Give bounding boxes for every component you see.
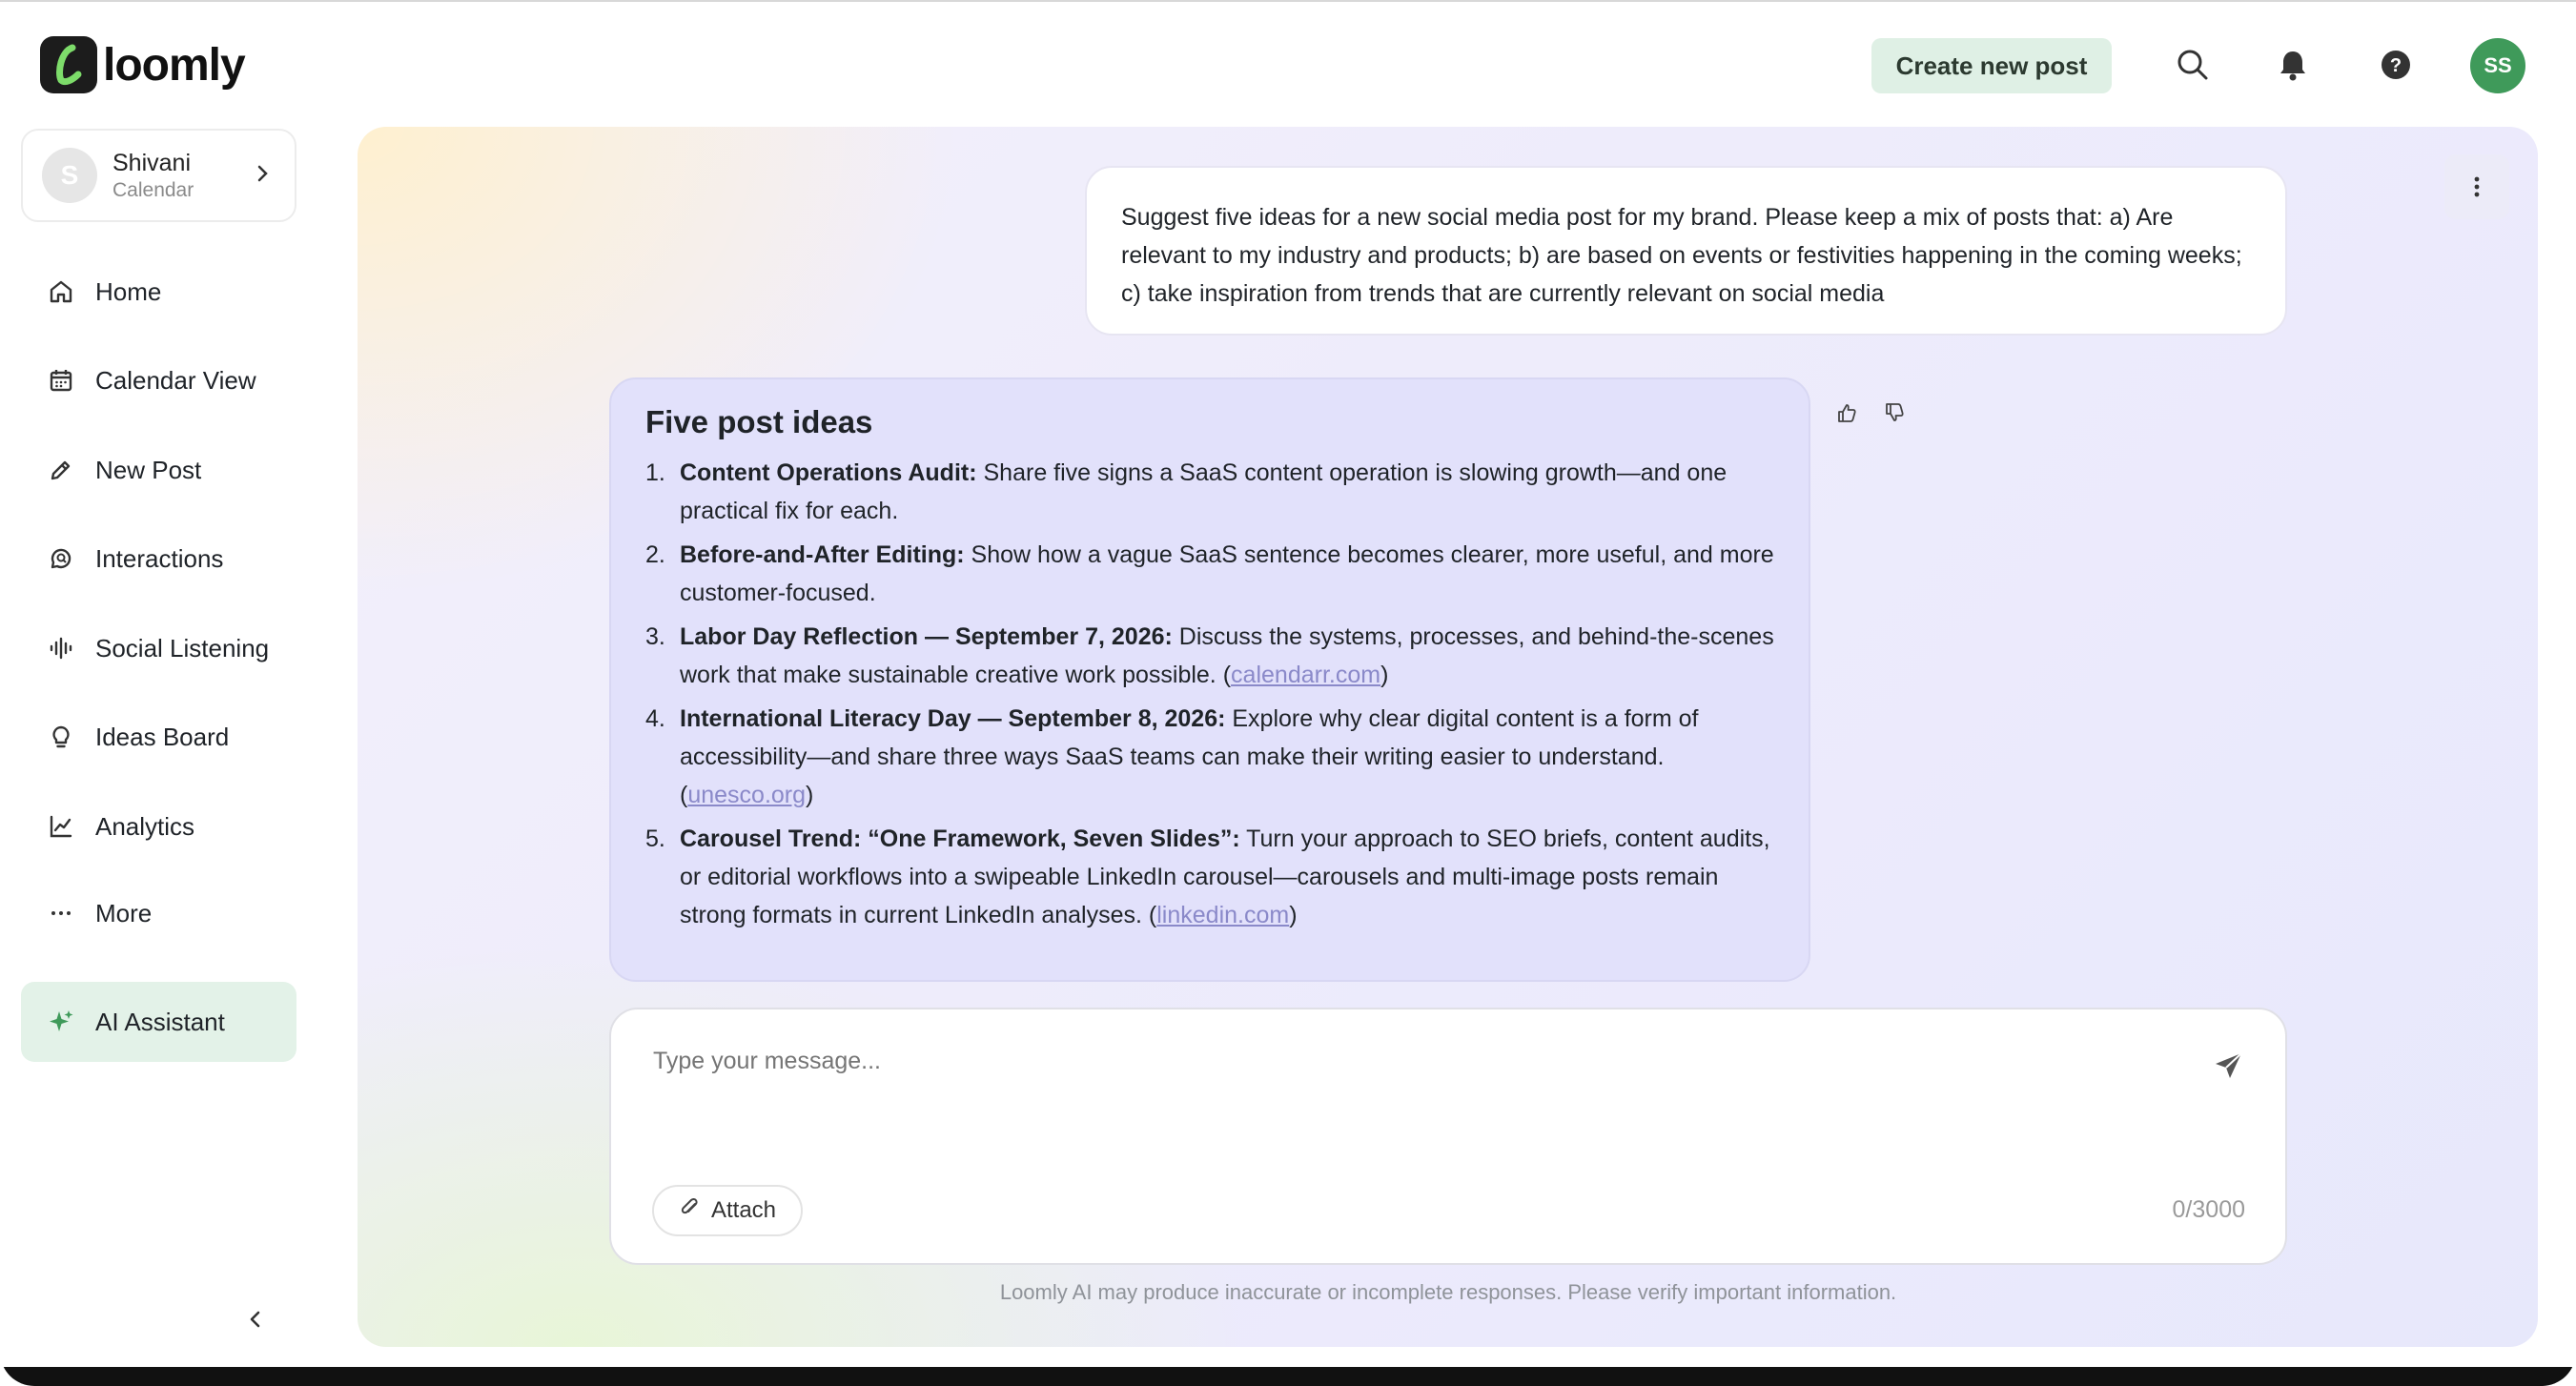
attach-button[interactable]: Attach <box>652 1185 803 1236</box>
logo-text: loomly <box>103 39 246 91</box>
chat-search-icon <box>48 545 74 572</box>
list-item: 4. International Literacy Day — Septembe… <box>645 700 1774 814</box>
idea-heading: Labor Day Reflection — September 7, 2026… <box>680 623 1173 650</box>
list-number: 2. <box>645 541 665 568</box>
list-number: 1. <box>645 459 665 486</box>
character-counter: 0/3000 <box>2172 1196 2245 1223</box>
calendar-icon <box>48 367 74 394</box>
message-input[interactable] <box>653 1048 2083 1075</box>
pencil-icon <box>48 457 74 483</box>
source-link[interactable]: unesco.org <box>687 782 806 808</box>
bell-icon[interactable] <box>2272 44 2314 86</box>
list-number: 4. <box>645 705 665 732</box>
list-item: 5. Carousel Trend: “One Framework, Seven… <box>645 820 1774 934</box>
ai-response-title: Five post ideas <box>645 404 873 439</box>
sidebar-item-analytics[interactable]: Analytics <box>21 786 296 866</box>
home-icon <box>48 278 74 305</box>
workspace-name: Shivani <box>112 149 191 176</box>
thumbs-down-icon[interactable] <box>1884 402 1905 428</box>
paren-open: ( <box>1141 902 1157 928</box>
paren-close: ) <box>1380 662 1389 688</box>
loomly-logo[interactable]: loomly <box>40 36 246 93</box>
paren-close: ) <box>806 782 814 808</box>
kebab-menu-icon[interactable] <box>2444 154 2509 219</box>
list-number: 5. <box>645 825 665 852</box>
sidebar-item-label: Social Listening <box>95 633 270 662</box>
sidebar-item-label: Analytics <box>95 811 195 841</box>
list-item: 3. Labor Day Reflection — September 7, 2… <box>645 618 1774 694</box>
sidebar-item-ideas-board[interactable]: Ideas Board <box>21 697 296 777</box>
thumbs-up-icon[interactable] <box>1836 402 1857 428</box>
ideas-list: 1. Content Operations Audit: Share five … <box>645 454 1774 934</box>
sidebar-item-label: Ideas Board <box>95 722 230 751</box>
sidebar-item-interactions[interactable]: Interactions <box>21 519 296 599</box>
sidebar-item-label: Interactions <box>95 543 224 573</box>
idea-heading: International Literacy Day — September 8… <box>680 705 1226 732</box>
idea-heading: Before-and-After Editing: <box>680 541 965 568</box>
workspace-sub: Calendar <box>112 178 194 201</box>
soundwave-icon <box>48 635 74 662</box>
sidebar-item-label: AI Assistant <box>95 1007 225 1036</box>
idea-heading: Carousel Trend: “One Framework, Seven Sl… <box>680 825 1240 852</box>
sidebar-item-label: Calendar View <box>95 365 256 395</box>
collapse-sidebar-icon[interactable] <box>240 1304 271 1339</box>
idea-heading: Content Operations Audit: <box>680 459 977 486</box>
feedback-buttons <box>1836 402 1905 428</box>
send-icon[interactable] <box>2213 1050 2245 1087</box>
sidebar-item-more[interactable]: More <box>21 873 296 953</box>
list-item: 2. Before-and-After Editing: Show how a … <box>645 536 1774 612</box>
attach-label: Attach <box>710 1197 777 1223</box>
ellipsis-icon <box>48 900 74 927</box>
paren-close: ) <box>1289 902 1298 928</box>
svg-text:?: ? <box>2390 55 2402 76</box>
window-bottom-edge <box>0 1367 2576 1386</box>
create-new-post-button[interactable]: Create new post <box>1871 38 2112 93</box>
logo-mark-icon <box>40 36 97 93</box>
chevron-right-icon <box>256 163 270 189</box>
ai-disclaimer: Loomly AI may produce inaccurate or inco… <box>999 1280 1897 1304</box>
sidebar-item-label: New Post <box>95 455 202 484</box>
source-link[interactable]: linkedin.com <box>1156 902 1289 928</box>
lightbulb-icon <box>48 724 74 750</box>
workspace-switcher[interactable]: S Shivani Calendar <box>21 129 296 222</box>
list-item: 1. Content Operations Audit: Share five … <box>645 454 1774 530</box>
list-number: 3. <box>645 623 665 650</box>
sidebar-item-new-post[interactable]: New Post <box>21 430 296 510</box>
app-window: loomly Create new post ? SS S Shivani Ca… <box>0 0 2576 1386</box>
sparkle-icon <box>48 1009 74 1035</box>
sidebar-item-ai-assistant[interactable]: AI Assistant <box>21 982 296 1062</box>
sidebar-item-label: More <box>95 898 153 927</box>
search-icon[interactable] <box>2172 44 2214 86</box>
ai-response-bubble: Five post ideas 1. Content Operations Au… <box>609 377 1810 982</box>
user-message-bubble: Suggest five ideas for a new social medi… <box>1085 166 2287 336</box>
workspace-avatar: S <box>42 148 97 203</box>
sidebar-item-label: Home <box>95 276 162 306</box>
message-composer: Attach 0/3000 <box>609 1008 2287 1265</box>
paren-open: ( <box>1216 662 1232 688</box>
sidebar-item-home[interactable]: Home <box>21 252 296 332</box>
paperclip-icon <box>679 1196 702 1226</box>
user-avatar[interactable]: SS <box>2470 38 2525 93</box>
source-link[interactable]: calendarr.com <box>1231 662 1380 688</box>
help-icon[interactable]: ? <box>2375 44 2417 86</box>
chart-icon <box>48 813 74 840</box>
sidebar-item-social-listening[interactable]: Social Listening <box>21 608 296 688</box>
sidebar-item-calendar-view[interactable]: Calendar View <box>21 340 296 420</box>
